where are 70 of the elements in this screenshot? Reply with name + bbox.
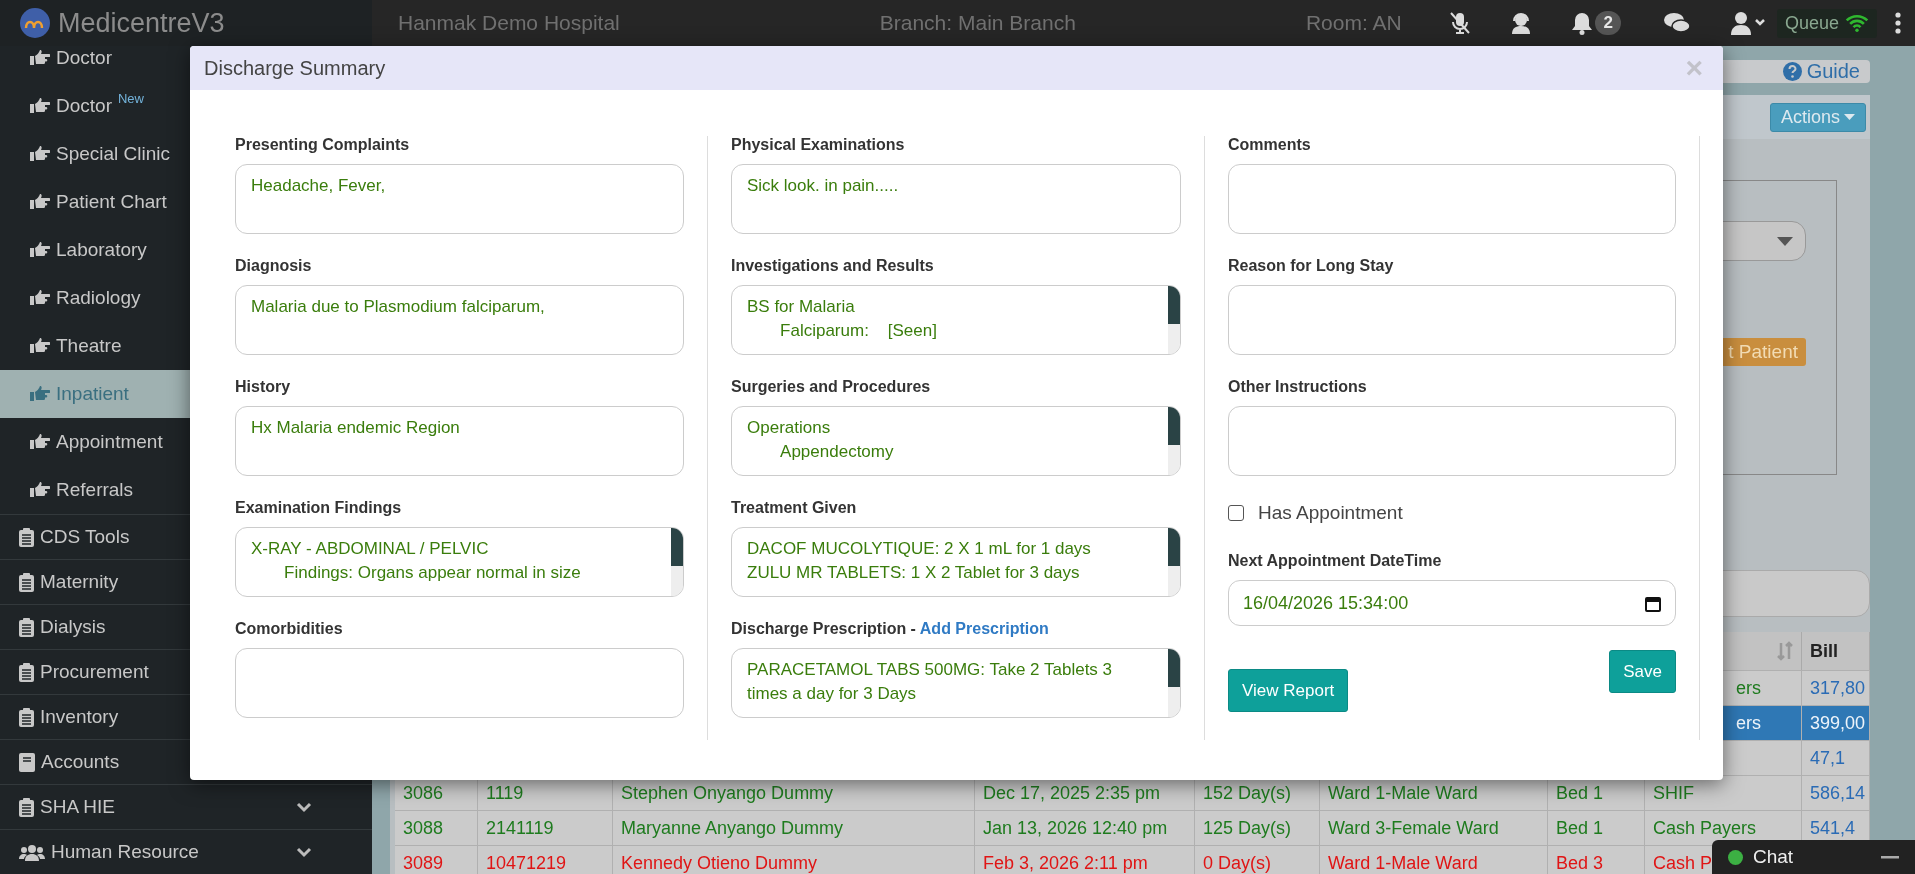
table-cell: Stephen Onyango Dummy — [621, 782, 834, 804]
table-cell: 152 Day(s) — [1203, 782, 1292, 804]
sidebar-item-label: Patient Chart — [56, 191, 167, 213]
sidebar-item-label: Maternity — [40, 571, 119, 593]
table-cell: Ward 1-Male Ward — [1328, 782, 1478, 804]
field-label: Treatment Given — [731, 499, 858, 518]
table-cell: 399,00 — [1810, 712, 1866, 734]
table-cell: 2141119 — [486, 817, 554, 839]
table-cell: 1119 — [486, 782, 524, 804]
sidebar-item-label: Accounts — [41, 751, 120, 773]
sidebar-item-label: Referrals — [56, 479, 134, 501]
sidebar-item-label: Procurement — [40, 661, 149, 683]
table-cell: 47,1 — [1810, 747, 1846, 769]
table-cell: 3088 — [403, 817, 444, 839]
new-label: New — [117, 91, 144, 106]
sidebar-item-label: Inpatient — [56, 383, 129, 405]
table-cell: Bed 3 — [1556, 852, 1604, 874]
sidebar-item-label: Human Resource — [51, 841, 199, 863]
sidebar-item-label: SHA HIE — [40, 796, 115, 818]
table-cell: 125 Day(s) — [1203, 817, 1292, 839]
field-label: Investigations and Results — [731, 257, 935, 276]
notification-count: 2 — [1595, 11, 1621, 35]
chat-label: Chat — [1753, 846, 1794, 868]
table-cell: ers — [1736, 677, 1761, 699]
table-cell: 3089 — [403, 852, 444, 874]
field-label: Surgeries and Procedures — [731, 378, 932, 397]
table-cell: Ward 3-Female Ward — [1328, 817, 1499, 839]
sidebar-item-label: Laboratory — [56, 239, 147, 261]
table-cell: 3086 — [403, 782, 444, 804]
sidebar-item-label: Special Clinic — [56, 143, 171, 165]
sidebar-item-label: Inventory — [40, 706, 119, 728]
sidebar-item-label: Theatre — [56, 335, 122, 357]
table-cell: Cash Payers — [1653, 817, 1757, 839]
table-cell: Bed 1 — [1556, 817, 1604, 839]
table-cell: Feb 3, 2026 2:11 pm — [983, 852, 1148, 874]
sidebar-item-label: Dialysis — [40, 616, 106, 638]
table-cell: Kennedy Otieno Dummy — [621, 852, 818, 874]
field-label: Other Instructions — [1228, 378, 1368, 397]
table-cell: Bed 1 — [1556, 782, 1604, 804]
table-cell: Jan 13, 2026 12:40 pm — [983, 817, 1168, 839]
table-cell: 10471219 — [486, 852, 567, 874]
table-cell: 541,4 — [1810, 817, 1856, 839]
app-name: MedicentreV3 — [58, 7, 225, 39]
field-label: Reason for Long Stay — [1228, 257, 1395, 276]
table-cell: ers — [1736, 712, 1761, 734]
field-label: Comorbidities — [235, 620, 344, 639]
sidebar-item-label: Doctor — [56, 95, 112, 117]
table-cell: 317,80 — [1810, 677, 1866, 699]
dialog-title: Discharge Summary — [204, 56, 386, 80]
sidebar-item-label: Radiology — [56, 287, 141, 309]
table-cell: 586,14 — [1810, 782, 1866, 804]
sidebar-item-label: Appointment — [56, 431, 163, 453]
field-label: History — [235, 378, 292, 397]
table-cell: Cash P — [1653, 852, 1713, 874]
table-cell: Dec 17, 2025 2:35 pm — [983, 782, 1161, 804]
field-label: Presenting Complaints — [235, 136, 411, 155]
table-cell: 0 Day(s) — [1203, 852, 1271, 874]
field-label: Comments — [1228, 136, 1312, 155]
field-label: Discharge Prescription - Add Prescription — [731, 620, 1050, 639]
sidebar-item-label: Doctor — [56, 47, 112, 69]
field-label: Diagnosis — [235, 257, 313, 276]
table-cell: Maryanne Anyango Dummy — [621, 817, 844, 839]
room-name: Room: AN — [1305, 11, 1402, 35]
field-label: Physical Examinations — [731, 136, 906, 155]
table-cell: Ward 1-Male Ward — [1328, 852, 1478, 874]
branch-name: Branch: Main Branch — [879, 11, 1076, 35]
table-cell: SHIF — [1653, 782, 1694, 804]
hospital-name: Hanmak Demo Hospital — [398, 11, 620, 35]
field-label: Next Appointment DateTime — [1228, 552, 1443, 571]
sidebar-item-label: CDS Tools — [40, 526, 130, 548]
